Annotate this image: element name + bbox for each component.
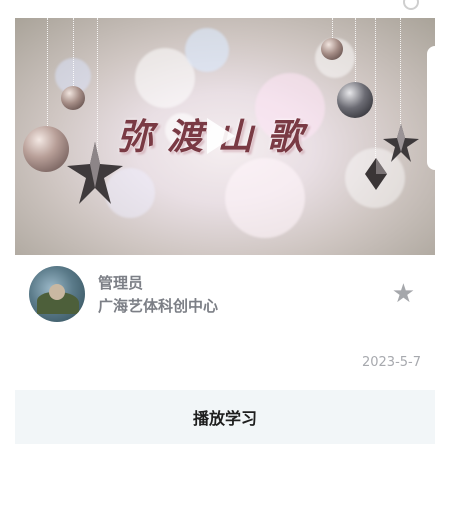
carousel-edge [427, 46, 435, 170]
bokeh-light [185, 28, 229, 72]
play-study-button[interactable]: 播放学习 [15, 390, 435, 444]
author-name: 管理员 [98, 274, 144, 292]
ornament-string [73, 18, 74, 88]
play-study-label: 播放学习 [192, 409, 257, 428]
card-top-edge [15, 0, 435, 18]
play-icon[interactable] [207, 118, 235, 154]
ornament-diamond [365, 158, 387, 190]
ornament-ball [321, 38, 343, 60]
video-card: 弥渡山歌 管理员 广海艺体科创中心 ★ 2023-5-7 播放学习 [15, 0, 435, 527]
ornament-star [383, 124, 419, 162]
star-icon[interactable]: ★ [392, 281, 415, 307]
ornament-string [355, 18, 356, 88]
ornament-ball [23, 126, 69, 172]
bokeh-light [225, 158, 305, 238]
page: 弥渡山歌 管理员 广海艺体科创中心 ★ 2023-5-7 播放学习 [0, 0, 451, 527]
ornament-ball [61, 86, 85, 110]
post-date: 2023-5-7 [361, 355, 421, 370]
ornament-star [67, 142, 123, 204]
video-thumbnail[interactable]: 弥渡山歌 [15, 18, 435, 255]
avatar[interactable] [29, 266, 85, 322]
more-icon[interactable] [403, 0, 419, 10]
author-organization: 广海艺体科创中心 [98, 297, 219, 315]
ornament-ball [337, 82, 373, 118]
author-info: 管理员 广海艺体科创中心 ★ 2023-5-7 [15, 255, 435, 387]
ornament-string [47, 18, 48, 128]
ornament-string [375, 18, 376, 158]
ornament-string [400, 18, 401, 128]
avatar-figure [49, 284, 65, 300]
